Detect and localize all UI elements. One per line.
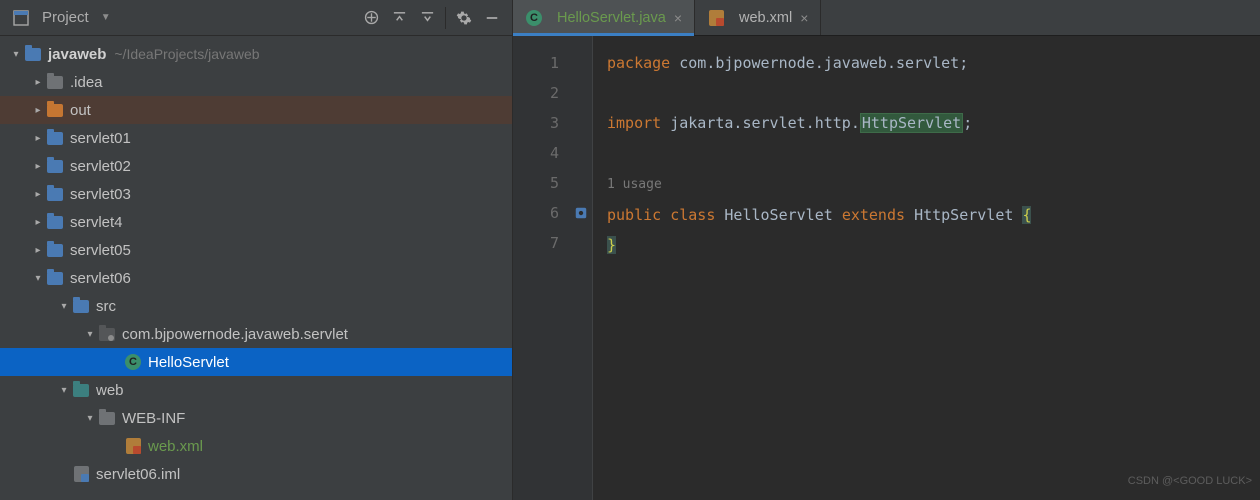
tree-item-label: HelloServlet — [148, 354, 229, 371]
settings-icon[interactable] — [450, 4, 478, 32]
hide-icon[interactable] — [478, 4, 506, 32]
chevron-right-icon: ▸ — [30, 245, 46, 256]
xml-file-icon — [707, 9, 725, 27]
package-icon — [98, 325, 116, 343]
editor-tabs: C HelloServlet.java × web.xml × — [513, 0, 1260, 36]
tree-item-module[interactable]: ▸ servlet05 — [0, 236, 512, 264]
tree-item-label: web — [96, 382, 124, 399]
line-number: 3 — [513, 108, 559, 138]
java-class-icon: C — [124, 353, 142, 371]
project-icon — [12, 9, 30, 27]
tree-item-webxml[interactable]: ▸ web.xml — [0, 432, 512, 460]
web-root-icon — [72, 381, 90, 399]
tree-item-label: out — [70, 102, 91, 119]
module-icon — [46, 157, 64, 175]
java-class-icon: C — [525, 9, 543, 27]
project-sidebar: Project ▼ ▾ j — [0, 0, 513, 500]
tree-item-label: src — [96, 298, 116, 315]
tree-item-module[interactable]: ▸ servlet01 — [0, 124, 512, 152]
module-icon — [46, 129, 64, 147]
chevron-down-icon: ▾ — [82, 413, 98, 424]
line-number: 2 — [513, 78, 559, 108]
tree-item-out[interactable]: ▸ out — [0, 96, 512, 124]
tree-item-label: web.xml — [148, 438, 203, 455]
project-toolwindow-header: Project ▼ — [0, 0, 512, 36]
chevron-right-icon: ▸ — [30, 105, 46, 116]
tree-item-label: servlet02 — [70, 158, 131, 175]
tree-item-label: servlet06 — [70, 270, 131, 287]
tree-item-label: com.bjpowernode.javaweb.servlet — [122, 326, 348, 343]
folder-icon — [98, 409, 116, 427]
tree-item-package[interactable]: ▾ com.bjpowernode.javaweb.servlet — [0, 320, 512, 348]
editor-tab[interactable]: C HelloServlet.java × — [513, 0, 695, 35]
watermark: CSDN @<GOOD LUCK> — [1128, 466, 1252, 496]
tree-item-label: WEB-INF — [122, 410, 185, 427]
chevron-down-icon: ▾ — [56, 301, 72, 312]
module-icon — [46, 269, 64, 287]
tree-root[interactable]: ▾ javaweb ~/IdeaProjects/javaweb — [0, 40, 512, 68]
iml-file-icon — [72, 465, 90, 483]
tree-item-src[interactable]: ▾ src — [0, 292, 512, 320]
line-number: 4 — [513, 138, 559, 168]
module-icon — [46, 185, 64, 203]
editor[interactable]: 1 2 3 4 5 6 7 package com.bjpowernode.ja… — [513, 36, 1260, 500]
separator — [445, 7, 446, 29]
chevron-right-icon: ▸ — [30, 189, 46, 200]
tree-item-label: servlet06.iml — [96, 466, 180, 483]
line-number: 6 — [513, 198, 559, 228]
folder-excluded-icon — [46, 101, 64, 119]
chevron-down-icon: ▾ — [30, 273, 46, 284]
line-number-gutter: 1 2 3 4 5 6 7 — [513, 36, 569, 500]
line-number: 5 — [513, 168, 559, 198]
chevron-right-icon: ▸ — [30, 161, 46, 172]
tree-item-class[interactable]: ▸ C HelloServlet — [0, 348, 512, 376]
chevron-down-icon: ▼ — [101, 12, 111, 23]
project-tree[interactable]: ▾ javaweb ~/IdeaProjects/javaweb ▸ .idea… — [0, 36, 512, 500]
collapse-all-icon[interactable] — [413, 4, 441, 32]
tree-item-idea[interactable]: ▸ .idea — [0, 68, 512, 96]
chevron-down-icon: ▾ — [82, 329, 98, 340]
tree-item-module[interactable]: ▾ servlet06 — [0, 264, 512, 292]
gutter-icons — [569, 36, 593, 500]
project-view-label: Project — [42, 9, 89, 26]
xml-file-icon — [124, 437, 142, 455]
tree-item-label: servlet01 — [70, 130, 131, 147]
project-view-selector[interactable]: Project ▼ — [6, 7, 117, 29]
module-icon — [24, 45, 42, 63]
tree-item-webinf[interactable]: ▾ WEB-INF — [0, 404, 512, 432]
module-icon — [46, 213, 64, 231]
tree-item-label: javaweb — [48, 46, 106, 63]
tree-item-iml[interactable]: ▸ servlet06.iml — [0, 460, 512, 488]
tree-item-path: ~/IdeaProjects/javaweb — [114, 46, 259, 62]
select-opened-file-icon[interactable] — [357, 4, 385, 32]
tree-item-module[interactable]: ▸ servlet03 — [0, 180, 512, 208]
module-icon — [46, 241, 64, 259]
folder-icon — [46, 73, 64, 91]
line-number: 1 — [513, 48, 559, 78]
tree-item-module[interactable]: ▸ servlet4 — [0, 208, 512, 236]
tree-item-label: .idea — [70, 74, 103, 91]
chevron-right-icon: ▸ — [30, 133, 46, 144]
tree-item-web[interactable]: ▾ web — [0, 376, 512, 404]
tree-item-module[interactable]: ▸ servlet02 — [0, 152, 512, 180]
line-number: 7 — [513, 228, 559, 258]
chevron-down-icon: ▾ — [8, 49, 24, 60]
tab-label: web.xml — [739, 10, 792, 26]
editor-tab[interactable]: web.xml × — [695, 0, 821, 35]
source-root-icon — [72, 297, 90, 315]
chevron-right-icon: ▸ — [30, 77, 46, 88]
chevron-right-icon: ▸ — [30, 217, 46, 228]
editor-area: C HelloServlet.java × web.xml × 1 2 3 4 … — [513, 0, 1260, 500]
tree-item-label: servlet4 — [70, 214, 123, 231]
close-icon[interactable]: × — [800, 10, 808, 26]
tab-label: HelloServlet.java — [557, 10, 666, 26]
tree-item-label: servlet03 — [70, 186, 131, 203]
chevron-down-icon: ▾ — [56, 385, 72, 396]
override-icon[interactable] — [569, 198, 592, 228]
expand-all-icon[interactable] — [385, 4, 413, 32]
code-area[interactable]: package com.bjpowernode.javaweb.servlet;… — [593, 36, 1260, 500]
close-icon[interactable]: × — [674, 10, 682, 26]
tree-item-label: servlet05 — [70, 242, 131, 259]
